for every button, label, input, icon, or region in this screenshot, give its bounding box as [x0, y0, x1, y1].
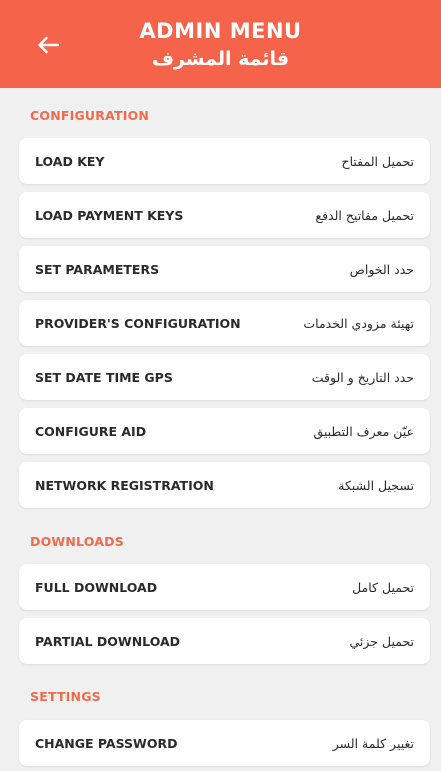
- menu-item-label-arabic: تحميل كامل: [352, 579, 414, 595]
- menu-item-label: SET DATE TIME GPS: [35, 369, 173, 385]
- menu-item-label: PARTIAL DOWNLOAD: [35, 633, 181, 649]
- section-title-configuration: CONFIGURATION: [30, 108, 150, 123]
- menu-item-label-arabic: تهيئة مزودي الخدمات: [303, 315, 414, 331]
- menu-item-label-arabic: تسجيل الشبكة: [338, 477, 414, 493]
- menu-item-load-payment-keys[interactable]: LOAD PAYMENT KEYS تحميل مفاتيح الدفع: [19, 192, 430, 238]
- menu-item-label: SET PARAMETERS: [35, 261, 160, 277]
- menu-item-label-arabic: حدد التاريخ و الوقت: [311, 369, 414, 385]
- menu-item-network-registration[interactable]: NETWORK REGISTRATION تسجيل الشبكة: [19, 462, 430, 508]
- menu-item-label: CHANGE PASSWORD: [35, 735, 178, 751]
- menu-item-label-arabic: تحميل المفتاح: [341, 153, 414, 169]
- menu-item-set-date-time-gps[interactable]: SET DATE TIME GPS حدد التاريخ و الوقت: [19, 354, 430, 400]
- menu-item-label-arabic: تحميل جزئي: [349, 633, 414, 649]
- menu-item-label-arabic: عيّن معرف التطبيق: [313, 423, 414, 439]
- menu-item-change-password[interactable]: CHANGE PASSWORD تغيير كلمة السر: [19, 720, 430, 766]
- header-titles: ADMIN MENU قائمة المشرف: [0, 18, 441, 72]
- menu-item-label-arabic: تحميل مفاتيح الدفع: [315, 207, 414, 223]
- menu-item-configure-aid[interactable]: CONFIGURE AID عيّن معرف التطبيق: [19, 408, 430, 454]
- menu-item-set-parameters[interactable]: SET PARAMETERS حدد الخواص: [19, 246, 430, 292]
- menu-item-load-key[interactable]: LOAD KEY تحميل المفتاح: [19, 138, 430, 184]
- menu-item-providers-configuration[interactable]: PROVIDER'S CONFIGURATION تهيئة مزودي الخ…: [19, 300, 430, 346]
- section-title-settings: SETTINGS: [30, 689, 101, 704]
- page-title: ADMIN MENU: [139, 19, 302, 43]
- menu-item-label: LOAD KEY: [35, 153, 105, 169]
- section-title-downloads: DOWNLOADS: [30, 534, 124, 549]
- admin-menu-screen: ADMIN MENU قائمة المشرف CONFIGURATION LO…: [0, 0, 441, 771]
- menu-item-label: CONFIGURE AID: [35, 423, 147, 439]
- menu-item-label-arabic: تغيير كلمة السر: [332, 735, 414, 751]
- app-header: ADMIN MENU قائمة المشرف: [0, 0, 441, 88]
- menu-item-label-arabic: حدد الخواص: [349, 261, 414, 277]
- menu-item-partial-download[interactable]: PARTIAL DOWNLOAD تحميل جزئي: [19, 618, 430, 664]
- menu-item-label: LOAD PAYMENT KEYS: [35, 207, 184, 223]
- menu-item-label: FULL DOWNLOAD: [35, 579, 158, 595]
- menu-item-label: NETWORK REGISTRATION: [35, 477, 214, 493]
- menu-item-full-download[interactable]: FULL DOWNLOAD تحميل كامل: [19, 564, 430, 610]
- page-title-arabic: قائمة المشرف: [151, 48, 290, 70]
- menu-item-label: PROVIDER'S CONFIGURATION: [35, 315, 241, 331]
